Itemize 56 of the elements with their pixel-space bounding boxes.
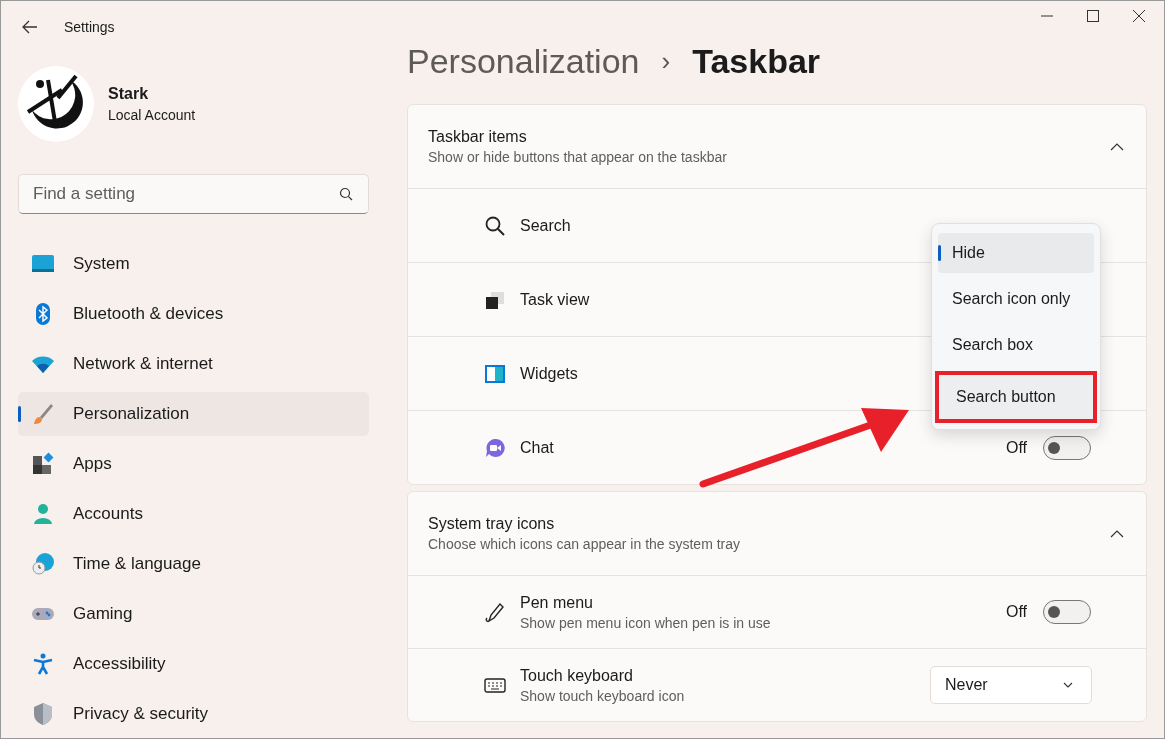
sidebar-item[interactable]: Accounts bbox=[18, 492, 369, 536]
breadcrumb-parent[interactable]: Personalization bbox=[407, 41, 640, 81]
account-type: Local Account bbox=[108, 107, 196, 123]
back-arrow-icon[interactable] bbox=[22, 20, 38, 34]
menu-item[interactable]: Search button bbox=[935, 371, 1097, 423]
toggle-state: Off bbox=[1005, 438, 1027, 457]
sidebar-item[interactable]: Accessibility bbox=[18, 642, 369, 686]
profile-name: Stark bbox=[108, 85, 150, 103]
page-title: Taskbar bbox=[692, 41, 821, 81]
section-title: System tray icons bbox=[428, 515, 556, 533]
sidebar-item[interactable]: Apps bbox=[18, 442, 369, 486]
dropdown[interactable]: Never bbox=[930, 666, 1092, 704]
setting-label: Pen menu bbox=[520, 593, 593, 612]
sidebar-item[interactable]: Time & language bbox=[18, 542, 369, 586]
breadcrumb-separator: › bbox=[661, 45, 671, 77]
chevron-down-icon bbox=[1063, 682, 1073, 688]
menu-item[interactable]: Search box bbox=[938, 325, 1094, 365]
paintbrush-icon bbox=[31, 402, 55, 426]
setting-label: Chat bbox=[520, 438, 554, 457]
section-title: Taskbar items bbox=[428, 128, 528, 146]
menu-item[interactable]: Hide bbox=[938, 233, 1094, 273]
close-icon[interactable] bbox=[1133, 10, 1145, 22]
setting-label: Task view bbox=[520, 290, 590, 309]
section-subtitle: Show or hide buttons that appear on the taskbar bbox=[428, 149, 727, 165]
sidebar-item[interactable]: Bluetooth & devices bbox=[18, 292, 369, 336]
setting-description: Show pen menu icon when pen is in use bbox=[520, 614, 771, 631]
widgets-icon bbox=[484, 362, 506, 385]
avatar-icon bbox=[18, 66, 94, 142]
setting-description: Show touch keyboard icon bbox=[520, 687, 685, 704]
sidebar-item[interactable]: Gaming bbox=[18, 592, 369, 636]
setting-label: Widgets bbox=[520, 364, 578, 383]
toggle-switch[interactable] bbox=[1043, 600, 1091, 624]
globe-clock-icon bbox=[31, 552, 55, 576]
window-title: Settings bbox=[64, 19, 115, 35]
shield-icon bbox=[31, 702, 55, 726]
toggle-state: Off bbox=[1005, 603, 1027, 621]
setting-label: Touch keyboard bbox=[520, 666, 633, 685]
search-icon bbox=[484, 214, 506, 237]
search-icon bbox=[339, 187, 353, 201]
person-icon bbox=[31, 502, 55, 526]
chat-icon bbox=[484, 436, 506, 459]
pen-icon bbox=[484, 601, 506, 623]
sidebar-item[interactable]: Privacy & security bbox=[18, 692, 369, 736]
setting-label: Search bbox=[520, 216, 571, 235]
chevron-up-icon[interactable] bbox=[1110, 529, 1124, 538]
sidebar-item[interactable]: Network & internet bbox=[18, 342, 369, 386]
maximize-icon[interactable] bbox=[1087, 10, 1099, 22]
section-subtitle: Choose which icons can appear in the system tray bbox=[428, 536, 741, 552]
accessibility-icon bbox=[31, 652, 55, 676]
apps-icon bbox=[31, 452, 55, 476]
sidebar-item[interactable]: Personalization bbox=[18, 392, 369, 436]
sidebar-item[interactable]: System bbox=[18, 242, 369, 286]
search-field[interactable]: Find a setting bbox=[18, 174, 369, 214]
menu-item[interactable]: Search icon only bbox=[938, 279, 1094, 319]
toggle-switch[interactable] bbox=[1043, 435, 1091, 460]
chevron-up-icon[interactable] bbox=[1110, 142, 1124, 151]
